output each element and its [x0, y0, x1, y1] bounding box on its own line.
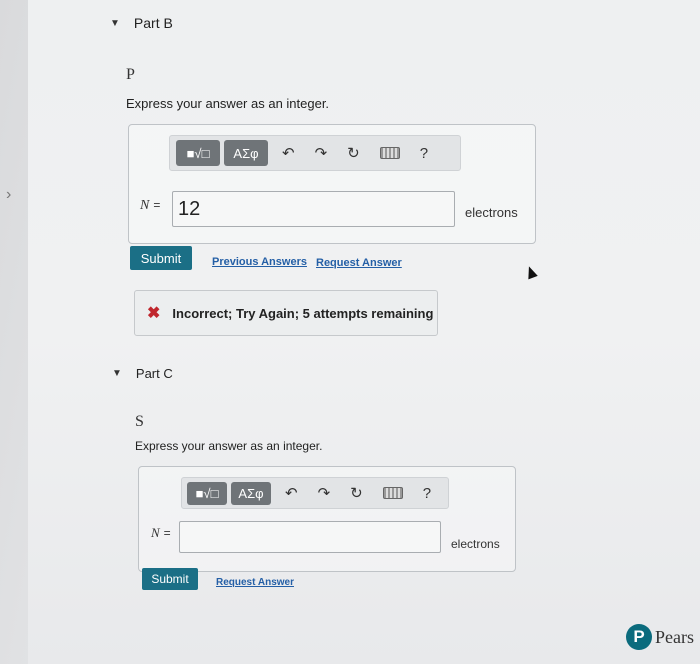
n-symbol: N: [140, 198, 150, 213]
page: ▼ Part B P Express your answer as an int…: [28, 0, 700, 664]
part-b-n-label: N =: [140, 198, 160, 214]
error-x-icon: ✖: [147, 305, 161, 322]
part-c-answer-box: ■√□ ΑΣφ ↶ ↷ ↻ ? N = electrons: [138, 466, 516, 572]
part-b-math-toolbar: ■√□ ΑΣφ ↶ ↷ ↻ ?: [169, 135, 461, 171]
caret-down-icon[interactable]: ▼: [110, 18, 120, 29]
pearson-logo: P Pears: [626, 624, 694, 650]
part-b-instruction: Express your answer as an integer.: [126, 96, 330, 111]
undo-icon[interactable]: ↶: [282, 144, 295, 162]
part-b-unit: electrons: [465, 205, 518, 220]
symbols-button[interactable]: ΑΣφ: [224, 140, 268, 166]
part-b-submit-button[interactable]: Submit: [130, 246, 192, 270]
reset-icon[interactable]: ↻: [347, 144, 360, 162]
symbols-button[interactable]: ΑΣφ: [231, 481, 271, 505]
part-b-request-answer-link[interactable]: Request Answer: [316, 257, 402, 269]
part-c-request-answer-link[interactable]: Request Answer: [216, 577, 294, 588]
undo-icon[interactable]: ↶: [285, 484, 298, 502]
previous-answers-link[interactable]: Previous Answers: [212, 256, 307, 268]
part-b-header[interactable]: ▼ Part B: [110, 15, 173, 31]
equals-sign: =: [163, 526, 171, 540]
part-c-unit: electrons: [451, 537, 500, 551]
part-c-answer-input[interactable]: [179, 521, 441, 553]
templates-button[interactable]: ■√□: [176, 140, 220, 166]
part-c-math-toolbar: ■√□ ΑΣφ ↶ ↷ ↻ ?: [181, 477, 449, 509]
help-icon[interactable]: ?: [423, 485, 431, 502]
part-b-title: Part B: [133, 15, 173, 31]
redo-icon[interactable]: ↷: [315, 144, 328, 162]
pearson-logo-text: Pears: [655, 626, 694, 647]
templates-button[interactable]: ■√□: [187, 481, 227, 505]
redo-icon[interactable]: ↷: [318, 484, 331, 502]
reset-icon[interactable]: ↻: [350, 484, 363, 502]
equals-sign: =: [153, 198, 161, 212]
part-c-title: Part C: [135, 366, 173, 381]
part-b-answer-input[interactable]: 12: [172, 191, 455, 227]
keyboard-icon[interactable]: [379, 147, 400, 159]
caret-down-icon[interactable]: ▼: [112, 368, 122, 379]
part-c-header[interactable]: ▼ Part C: [112, 366, 173, 381]
part-c-submit-button[interactable]: Submit: [142, 568, 198, 590]
part-b-answer-box: ■√□ ΑΣφ ↶ ↷ ↻ ? N = 12 electrons: [128, 124, 536, 244]
chevron-right-icon[interactable]: ›: [6, 186, 11, 204]
part-c-instruction: Express your answer as an integer.: [135, 439, 323, 453]
feedback-text: Incorrect; Try Again; 5 attempts remaini…: [172, 305, 434, 321]
pearson-logo-mark: P: [626, 624, 652, 650]
part-c-n-label: N =: [151, 525, 171, 541]
help-icon[interactable]: ?: [420, 145, 428, 162]
feedback-message: ✖ Incorrect; Try Again; 5 attempts remai…: [134, 290, 438, 336]
part-b-variable: P: [126, 66, 135, 83]
part-c-variable: S: [135, 413, 144, 430]
n-symbol: N: [151, 525, 160, 540]
keyboard-icon[interactable]: [382, 487, 403, 499]
